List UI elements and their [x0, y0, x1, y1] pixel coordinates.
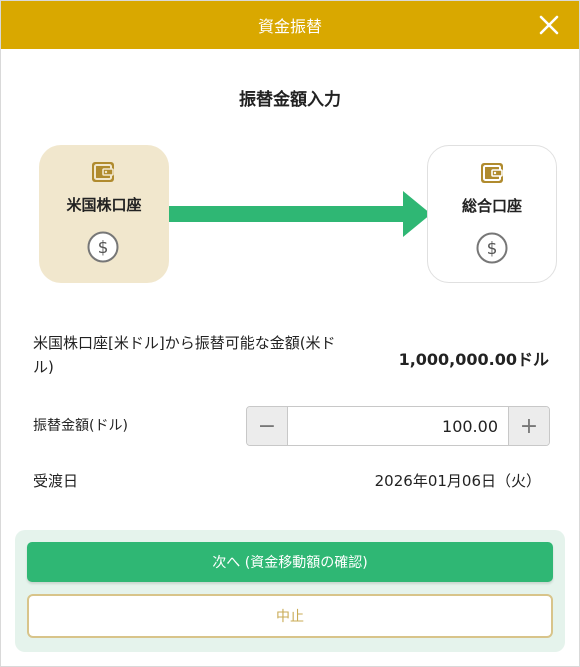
transfer-amount-stepper: − + [246, 406, 550, 446]
action-footer: 次へ (資金移動額の確認) 中止 [15, 530, 565, 652]
wallet-icon [480, 162, 504, 184]
transfer-arrow-icon [169, 191, 431, 237]
from-account-label: 米国株口座 [66, 196, 142, 214]
decrement-button[interactable]: − [247, 407, 288, 445]
dialog-title: 資金振替 [257, 17, 322, 36]
transfer-dialog: 資金振替 振替金額入力 米国株口座 $ 総合口座 $ 米国株口座[米ドル]から振… [0, 0, 580, 667]
close-button[interactable] [535, 11, 563, 39]
transfer-amount-label: 振替金額(ドル) [33, 418, 128, 434]
to-account-card: 総合口座 $ [427, 145, 557, 283]
section-title: 振替金額入力 [239, 90, 341, 110]
from-account-card: 米国株口座 $ [39, 145, 169, 283]
available-amount-value: 1,000,000.00ドル [398, 350, 549, 369]
increment-button[interactable]: + [508, 407, 549, 445]
svg-text:$: $ [487, 239, 498, 259]
available-amount-label: 米国株口座[米ドル]から振替可能な金額(米ドル) [33, 334, 336, 376]
transfer-amount-input[interactable] [288, 407, 508, 445]
dialog-header: 資金振替 [1, 1, 579, 49]
delivery-date-value: 2026年01月06日（火） [374, 472, 541, 490]
svg-text:$: $ [98, 238, 109, 258]
plus-icon: + [519, 413, 539, 439]
dollar-coin-icon: $ [87, 231, 119, 263]
to-account-label: 総合口座 [461, 197, 522, 215]
next-confirm-button[interactable]: 次へ (資金移動額の確認) [27, 542, 553, 582]
wallet-icon [91, 161, 115, 183]
dollar-coin-icon: $ [476, 232, 508, 264]
minus-icon: − [257, 413, 277, 439]
delivery-date-label: 受渡日 [33, 472, 79, 490]
cancel-button[interactable]: 中止 [27, 594, 553, 638]
close-icon [539, 15, 559, 35]
